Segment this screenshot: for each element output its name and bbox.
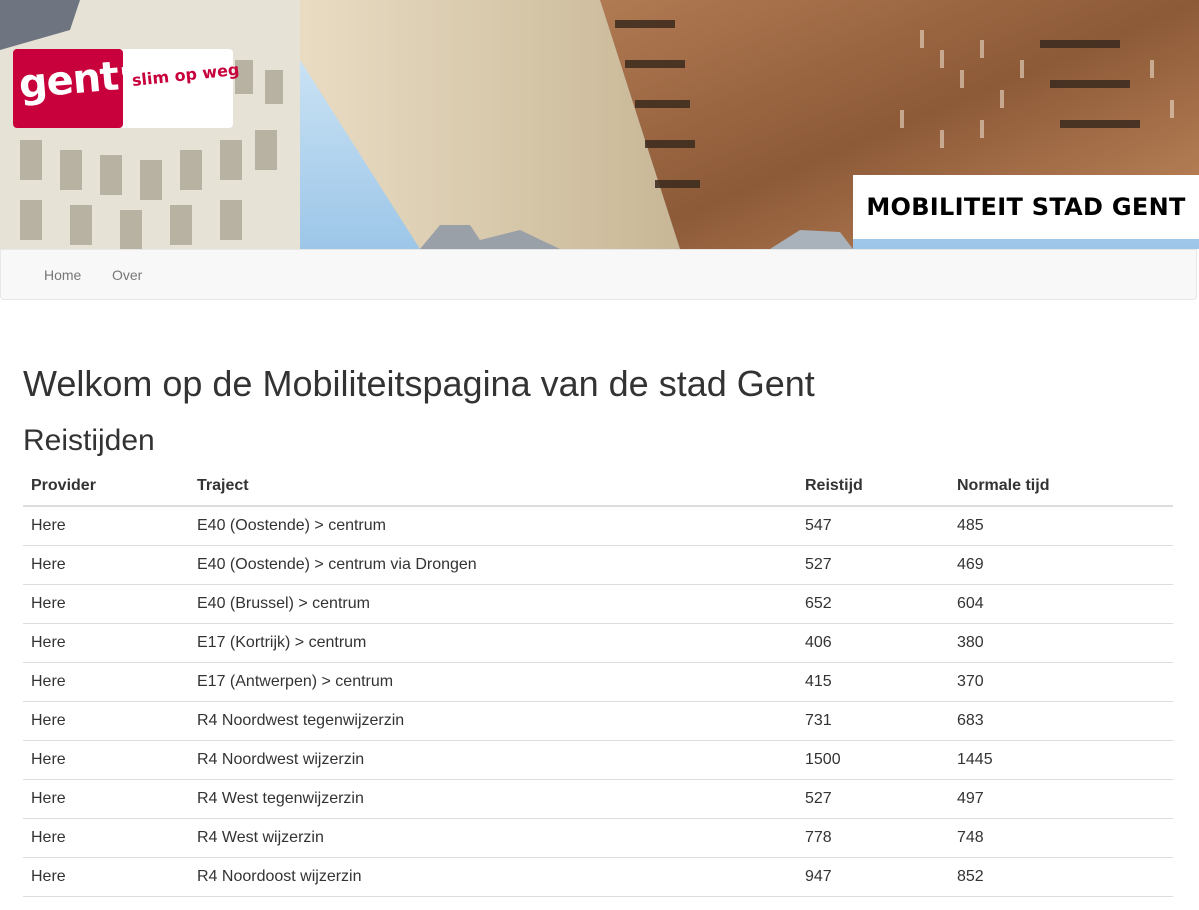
navbar: Home Over <box>0 249 1197 300</box>
table-row: Here R4 West wijzerzin 778 748 <box>23 818 1173 858</box>
column-header-traject: Traject <box>189 467 797 507</box>
nav-home-link[interactable]: Home <box>44 267 81 283</box>
cell-traject: R4 Noordwest tegenwijzerzin <box>189 701 797 741</box>
cell-traject: R4 West tegenwijzerzin <box>189 779 797 819</box>
cell-provider: Here <box>23 545 189 585</box>
travel-times-table: Provider Traject Reistijd Normale tijd H… <box>23 467 1173 897</box>
table-row: Here E17 (Antwerpen) > centrum 415 370 <box>23 662 1173 702</box>
cell-traject: R4 Noordwest wijzerzin <box>189 740 797 780</box>
page-title: Welkom op de Mobiliteitspagina van de st… <box>23 363 815 404</box>
table-row: Here E40 (Brussel) > centrum 652 604 <box>23 584 1173 624</box>
column-header-reistijd: Reistijd <box>797 467 949 507</box>
table-body: Here E40 (Oostende) > centrum 547 485 He… <box>23 506 1173 897</box>
cell-normale-tijd: 485 <box>949 506 1173 546</box>
table-row: Here E17 (Kortrijk) > centrum 406 380 <box>23 623 1173 663</box>
cell-provider: Here <box>23 662 189 702</box>
logo-word: gent: <box>16 52 135 108</box>
cell-reistijd: 415 <box>797 662 949 702</box>
cell-normale-tijd: 1445 <box>949 740 1173 780</box>
cell-reistijd: 406 <box>797 623 949 663</box>
table-header-row: Provider Traject Reistijd Normale tijd <box>23 467 1173 507</box>
cell-traject: R4 Noordoost wijzerzin <box>189 857 797 897</box>
cell-provider: Here <box>23 857 189 897</box>
cell-reistijd: 778 <box>797 818 949 858</box>
cell-reistijd: 1500 <box>797 740 949 780</box>
cell-normale-tijd: 604 <box>949 584 1173 624</box>
table-row: Here E40 (Oostende) > centrum 547 485 <box>23 506 1173 546</box>
cell-traject: E40 (Oostende) > centrum <box>189 506 797 546</box>
cell-normale-tijd: 370 <box>949 662 1173 702</box>
cell-provider: Here <box>23 584 189 624</box>
cell-normale-tijd: 497 <box>949 779 1173 819</box>
logo-mark: gent: <box>13 49 135 128</box>
site-title: MOBILITEIT STAD GENT <box>866 193 1186 221</box>
cell-normale-tijd: 683 <box>949 701 1173 741</box>
cell-normale-tijd: 852 <box>949 857 1173 897</box>
logo[interactable]: gent: slim op weg <box>13 49 240 128</box>
cell-reistijd: 547 <box>797 506 949 546</box>
cell-reistijd: 527 <box>797 545 949 585</box>
section-title: Reistijden <box>23 424 155 457</box>
cell-traject: E17 (Antwerpen) > centrum <box>189 662 797 702</box>
table-row: Here R4 Noordoost wijzerzin 947 852 <box>23 857 1173 897</box>
cell-traject: E17 (Kortrijk) > centrum <box>189 623 797 663</box>
column-header-provider: Provider <box>23 467 189 507</box>
cell-provider: Here <box>23 701 189 741</box>
cell-provider: Here <box>23 818 189 858</box>
cell-traject: R4 West wijzerzin <box>189 818 797 858</box>
cell-provider: Here <box>23 779 189 819</box>
site-title-box: MOBILITEIT STAD GENT <box>853 175 1199 239</box>
cell-normale-tijd: 380 <box>949 623 1173 663</box>
cell-normale-tijd: 748 <box>949 818 1173 858</box>
cell-reistijd: 947 <box>797 857 949 897</box>
cell-provider: Here <box>23 623 189 663</box>
table-header: Provider Traject Reistijd Normale tijd <box>23 467 1173 507</box>
cell-provider: Here <box>23 506 189 546</box>
header-banner: gent: slim op weg MOBILITEIT STAD GENT <box>0 0 1199 249</box>
table-row: Here R4 West tegenwijzerzin 527 497 <box>23 779 1173 819</box>
cell-reistijd: 652 <box>797 584 949 624</box>
table-row: Here R4 Noordwest tegenwijzerzin 731 683 <box>23 701 1173 741</box>
cell-reistijd: 731 <box>797 701 949 741</box>
cell-reistijd: 527 <box>797 779 949 819</box>
table-row: Here R4 Noordwest wijzerzin 1500 1445 <box>23 740 1173 780</box>
cell-provider: Here <box>23 740 189 780</box>
column-header-normale-tijd: Normale tijd <box>949 467 1173 507</box>
cell-traject: E40 (Brussel) > centrum <box>189 584 797 624</box>
cell-normale-tijd: 469 <box>949 545 1173 585</box>
table-row: Here E40 (Oostende) > centrum via Dronge… <box>23 545 1173 585</box>
nav-over-link[interactable]: Over <box>112 267 142 283</box>
logo-tagline: slim op weg <box>131 59 241 90</box>
cell-traject: E40 (Oostende) > centrum via Drongen <box>189 545 797 585</box>
